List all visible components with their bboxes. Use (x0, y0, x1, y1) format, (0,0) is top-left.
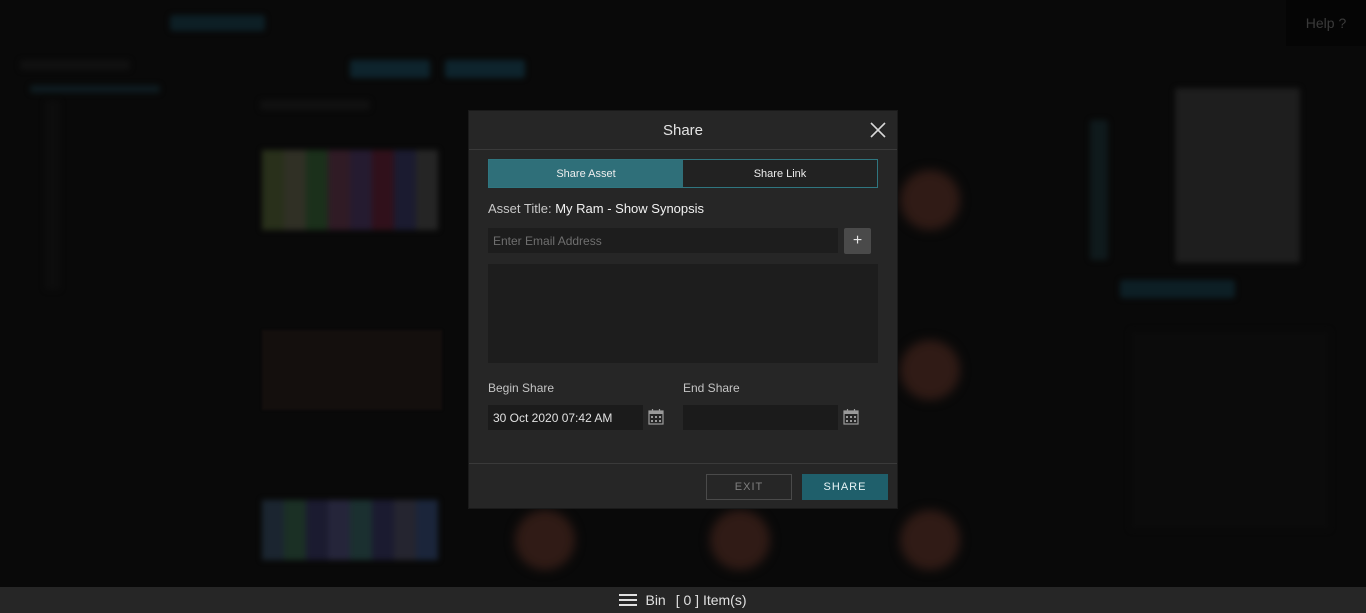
asset-title-value: My Ram - Show Synopsis (555, 201, 705, 216)
email-list[interactable] (488, 264, 878, 363)
email-input[interactable] (488, 228, 838, 253)
calendar-icon[interactable] (843, 408, 859, 425)
dialog-header: Share (469, 111, 897, 150)
asset-title: Asset Title: My Ram - Show Synopsis (488, 201, 704, 216)
tab-share-link[interactable]: Share Link (683, 160, 877, 187)
share-button[interactable]: SHARE (802, 474, 888, 500)
close-icon[interactable] (869, 121, 887, 139)
menu-icon[interactable] (619, 594, 638, 606)
share-tabs: Share Asset Share Link (488, 159, 878, 188)
asset-title-label: Asset Title: (488, 201, 552, 216)
exit-button[interactable]: EXIT (706, 474, 792, 500)
begin-share-label: Begin Share (488, 381, 555, 395)
dialog-footer: EXIT SHARE (469, 463, 897, 509)
add-email-button[interactable]: + (844, 228, 871, 254)
bin-label[interactable]: Bin (645, 592, 665, 608)
calendar-icon[interactable] (648, 408, 664, 425)
end-share-input[interactable] (683, 405, 838, 430)
tab-share-asset[interactable]: Share Asset (489, 160, 683, 187)
end-share-label: End Share (683, 381, 740, 395)
dialog-title: Share (662, 121, 704, 139)
share-dialog: Share Share Asset Share Link Asset Title… (468, 110, 898, 509)
begin-share-input[interactable]: 30 Oct 2020 07:42 AM (488, 405, 643, 430)
bin-bar: Bin [ 0 ] Item(s) (0, 587, 1366, 613)
bin-count: [ 0 ] Item(s) (675, 592, 747, 608)
plus-icon: + (852, 232, 863, 249)
